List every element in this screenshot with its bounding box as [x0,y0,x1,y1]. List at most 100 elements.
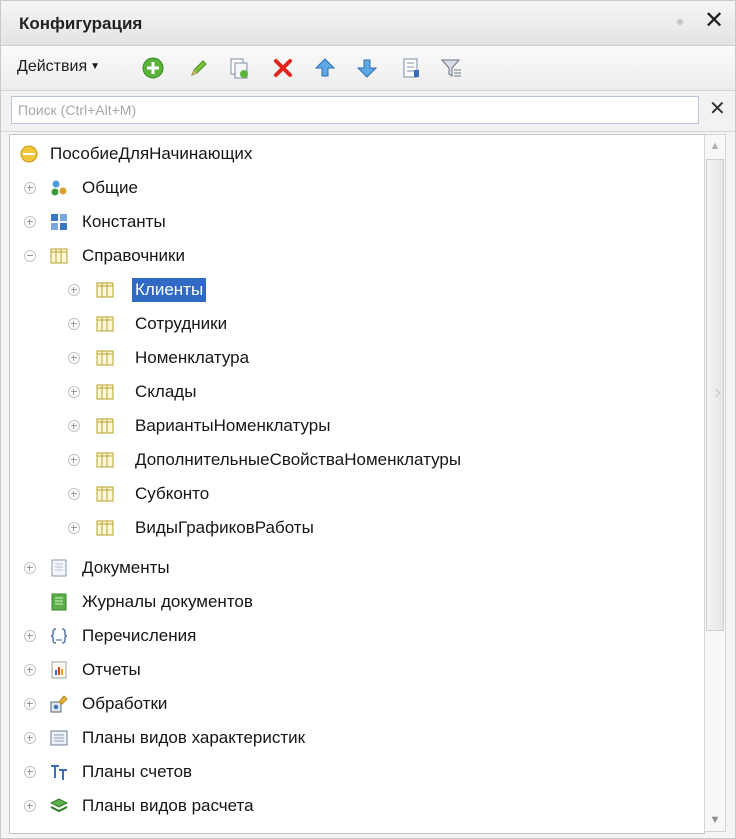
configuration-tree: ПособиеДляНачинающих Общие Константы Спр… [9,134,705,834]
report-icon [51,661,67,679]
tree-item-common[interactable]: Общие [20,173,420,203]
common-icon [51,180,67,196]
scrollbar-thumb[interactable] [706,159,724,631]
tree-item-label: Сотрудники [135,314,228,333]
expand-icon[interactable] [24,766,36,778]
scroll-up-icon[interactable]: ▲ [705,135,725,157]
expand-icon[interactable] [68,488,80,500]
tree-item-label: Планы видов характеристик [82,728,306,747]
close-button[interactable]: ✕ [704,9,724,33]
journal-icon [51,593,67,611]
tree-item-processing[interactable]: Обработки [20,689,420,719]
tree-item-label: ВидыГрафиковРаботы [135,518,314,537]
title-bar: Конфигурация ✕ [1,1,735,46]
panel-title: Конфигурация [19,14,143,33]
pin-icon[interactable] [677,19,683,25]
catalog-icon [96,520,114,536]
tree-item-label: Константы [82,212,166,231]
tree-item-chart-of-accounts[interactable]: Планы счетов [20,757,420,787]
add-icon[interactable] [141,56,165,80]
expand-icon[interactable] [24,800,36,812]
constants-icon [51,214,67,230]
tree-root[interactable]: ПособиеДляНачинающих [20,139,420,169]
expand-icon[interactable] [24,630,36,642]
sort-list-icon[interactable] [399,56,423,80]
filter-icon[interactable] [439,56,463,80]
toolbar: Действия ▼ [1,46,735,91]
expand-icon[interactable] [68,386,80,398]
tree-item-label: Субконто [135,484,210,503]
expand-icon[interactable] [24,182,36,194]
actions-label: Действия [17,58,88,75]
collapse-icon[interactable] [24,250,36,262]
tree-item-label: Отчеты [82,660,141,679]
tree-item-nomenclature-properties[interactable]: ДополнительныеСвойстваНоменклатуры [56,445,656,475]
processing-icon [50,695,68,713]
catalog-icon [96,282,114,298]
tree-item-label: Клиенты [132,278,207,302]
vertical-scrollbar[interactable]: ▲ ▼ [704,134,726,832]
clear-search-button[interactable]: ✕ [709,99,726,119]
tree-item-catalogs[interactable]: Справочники [20,241,420,271]
tree-item-subconto[interactable]: Субконто [56,479,616,509]
tree-item-documents[interactable]: Документы [20,553,420,583]
expand-icon[interactable] [68,522,80,534]
tree-item-label: Документы [82,558,170,577]
tree-item-characteristic-plans[interactable]: Планы видов характеристик [20,723,440,753]
expand-icon[interactable] [68,454,80,466]
catalog-icon [96,350,114,366]
tree-item-label: Планы видов расчета [82,796,254,815]
tree-item-document-journals[interactable]: Журналы документов [20,587,420,617]
catalog-icon [96,316,114,332]
tree-item-nomenclature-variants[interactable]: ВариантыНоменклатуры [56,411,616,441]
tree-item-label: Справочники [82,246,185,265]
enum-icon [50,628,68,644]
catalog-icon [96,418,114,434]
expand-icon[interactable] [68,352,80,364]
actions-menu-button[interactable]: Действия ▼ [17,58,100,76]
chevron-down-icon: ▼ [90,61,101,72]
catalog-icon [96,384,114,400]
tree-item-work-schedules[interactable]: ВидыГрафиковРаботы [56,513,616,543]
tree-item-label: Журналы документов [82,592,253,611]
catalog-icon [96,452,114,468]
catalog-icon [50,248,68,264]
document-icon [51,559,67,577]
tree-item-constants[interactable]: Константы [20,207,420,237]
tree-item-clients[interactable]: Клиенты [56,275,616,305]
expand-icon[interactable] [68,318,80,330]
tree-item-label: Склады [135,382,197,401]
tree-root-label: ПособиеДляНачинающих [50,144,253,163]
tree-item-employees[interactable]: Сотрудники [56,309,616,339]
characteristic-plan-icon [50,730,68,746]
configuration-panel: Конфигурация ✕ Действия ▼ Поиск (Ctrl+Al… [0,0,736,839]
scroll-down-icon[interactable]: ▼ [705,809,725,831]
edit-pencil-icon[interactable] [187,56,211,80]
copy-icon[interactable] [227,56,251,80]
catalog-icon [96,486,114,502]
tree-item-reports[interactable]: Отчеты [20,655,420,685]
expand-icon[interactable] [68,420,80,432]
tree-item-label: Общие [82,178,138,197]
delete-icon[interactable] [271,56,295,80]
move-up-icon[interactable] [313,56,337,80]
tree-item-enums[interactable]: Перечисления [20,621,420,651]
tree-item-label: ДополнительныеСвойстваНоменклатуры [135,450,462,469]
expand-icon[interactable] [68,284,80,296]
search-input[interactable] [11,96,699,124]
expand-icon[interactable] [24,732,36,744]
expand-icon[interactable] [24,216,36,228]
configuration-icon [20,145,38,163]
calculation-plan-icon [50,798,68,813]
tree-item-label: ВариантыНоменклатуры [135,416,331,435]
tree-item-calculation-plans[interactable]: Планы видов расчета [20,791,420,821]
expand-icon[interactable] [24,698,36,710]
tree-item-label: Планы счетов [82,762,193,781]
tree-item-nomenclature[interactable]: Номенклатура [56,343,616,373]
expand-icon[interactable] [24,562,36,574]
chart-of-accounts-icon [51,765,67,780]
move-down-icon[interactable] [355,56,379,80]
expand-icon[interactable] [24,664,36,676]
grip-icon [711,388,721,398]
tree-item-warehouses[interactable]: Склады [56,377,616,407]
